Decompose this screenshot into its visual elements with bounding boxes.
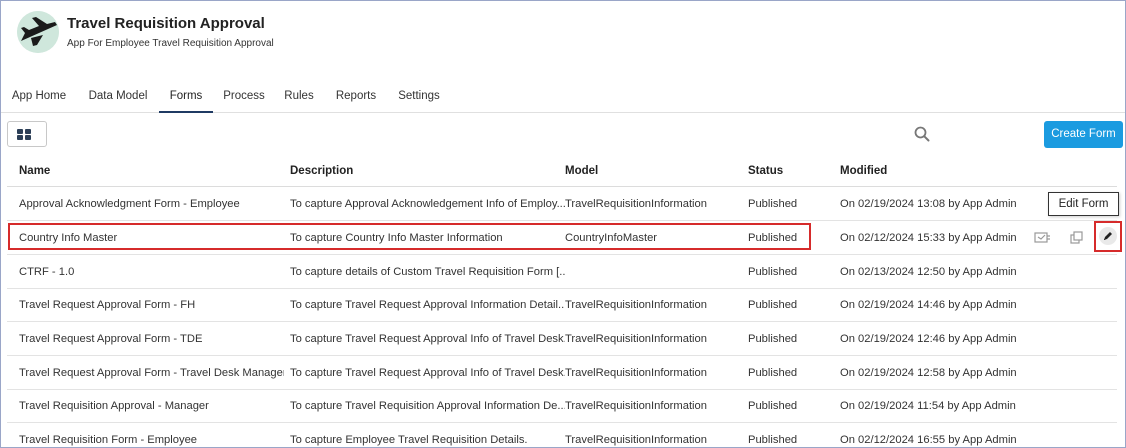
app-header: Travel Requisition Approval App For Empl… bbox=[1, 1, 1125, 69]
row-name: Country Info Master bbox=[19, 232, 118, 244]
airplane-icon bbox=[17, 11, 59, 53]
row-status: Published bbox=[748, 266, 798, 278]
grid-view-button[interactable] bbox=[7, 121, 47, 147]
tab-app-home[interactable]: App Home bbox=[5, 79, 73, 113]
row-model bbox=[565, 255, 745, 289]
edit-form-button[interactable] bbox=[1094, 221, 1122, 252]
row-name: Travel Requisition Form - Employee bbox=[19, 434, 198, 446]
row-model: TravelRequisitionInformation bbox=[565, 198, 707, 210]
column-header-modified[interactable]: Modified bbox=[840, 155, 887, 187]
table-row[interactable]: Travel Requisition Approval - Manager To… bbox=[7, 389, 1117, 423]
row-status: Published bbox=[748, 367, 798, 379]
column-header-status[interactable]: Status bbox=[748, 155, 783, 187]
create-form-button[interactable]: Create Form bbox=[1044, 121, 1123, 148]
table-row[interactable]: Country Info Master To capture Country I… bbox=[7, 221, 1117, 255]
row-model: TravelRequisitionInformation bbox=[565, 400, 707, 412]
row-name: Travel Request Approval Form - Travel De… bbox=[19, 367, 284, 379]
row-model: TravelRequisitionInformation bbox=[565, 299, 707, 311]
row-status: Published bbox=[748, 232, 798, 244]
row-description: To capture Travel Request Approval Info … bbox=[290, 333, 565, 345]
preview-icon[interactable] bbox=[1032, 228, 1052, 248]
table-row[interactable]: Travel Requisition Form - Employee To ca… bbox=[7, 423, 1117, 447]
app-subtitle: App For Employee Travel Requisition Appr… bbox=[67, 38, 274, 49]
tab-bar: App Home Data Model Forms Process Rules … bbox=[1, 79, 1125, 113]
row-modified: On 02/19/2024 12:58 by App Admin bbox=[840, 367, 1017, 379]
tab-rules[interactable]: Rules bbox=[279, 79, 319, 113]
row-model: TravelRequisitionInformation bbox=[565, 367, 707, 379]
row-description: To capture Approval Acknowledgement Info… bbox=[290, 198, 565, 210]
row-status: Published bbox=[748, 299, 798, 311]
row-status: Published bbox=[748, 434, 798, 446]
row-name: Travel Request Approval Form - TDE bbox=[19, 333, 203, 345]
app-frame: Travel Requisition Approval App For Empl… bbox=[0, 0, 1126, 448]
edit-pencil-icon bbox=[1099, 227, 1117, 245]
row-model: TravelRequisitionInformation bbox=[565, 333, 707, 345]
row-description: To capture Travel Request Approval Info … bbox=[290, 367, 565, 379]
tab-data-model[interactable]: Data Model bbox=[83, 79, 153, 113]
row-model: TravelRequisitionInformation bbox=[565, 434, 707, 446]
tab-process[interactable]: Process bbox=[219, 79, 269, 113]
edit-form-tooltip: Edit Form bbox=[1048, 192, 1119, 216]
column-header-description[interactable]: Description bbox=[290, 155, 353, 187]
row-name: CTRF - 1.0 bbox=[19, 266, 75, 278]
row-model: CountryInfoMaster bbox=[565, 232, 658, 244]
row-modified: On 02/13/2024 12:50 by App Admin bbox=[840, 266, 1017, 278]
row-name: Travel Request Approval Form - FH bbox=[19, 299, 196, 311]
row-name: Travel Requisition Approval - Manager bbox=[19, 400, 209, 412]
column-header-name[interactable]: Name bbox=[19, 155, 50, 187]
row-description: To capture Travel Request Approval Infor… bbox=[290, 299, 565, 311]
row-modified: On 02/19/2024 12:46 by App Admin bbox=[840, 333, 1017, 345]
row-status: Published bbox=[748, 333, 798, 345]
table-header: Name Description Model Status Modified bbox=[7, 155, 1117, 187]
tab-forms[interactable]: Forms bbox=[159, 79, 213, 113]
row-modified: On 02/12/2024 15:33 by App Admin bbox=[840, 232, 1017, 244]
tab-reports[interactable]: Reports bbox=[331, 79, 381, 113]
search-icon[interactable] bbox=[913, 125, 931, 143]
tab-settings[interactable]: Settings bbox=[393, 79, 445, 113]
app-title: Travel Requisition Approval bbox=[67, 15, 265, 32]
row-description: To capture Travel Requisition Approval I… bbox=[290, 400, 565, 412]
table-row[interactable]: CTRF - 1.0 To capture details of Custom … bbox=[7, 255, 1117, 289]
table-row[interactable]: Travel Request Approval Form - FH To cap… bbox=[7, 288, 1117, 322]
row-modified: On 02/19/2024 13:08 by App Admin bbox=[840, 198, 1017, 210]
row-description: To capture details of Custom Travel Requ… bbox=[290, 266, 565, 278]
copy-icon[interactable] bbox=[1067, 228, 1087, 248]
row-status: Published bbox=[748, 400, 798, 412]
row-modified: On 02/19/2024 14:46 by App Admin bbox=[840, 299, 1017, 311]
table-row[interactable]: Travel Request Approval Form - TDE To ca… bbox=[7, 322, 1117, 356]
row-description: To capture Country Info Master Informati… bbox=[290, 232, 503, 244]
row-description: To capture Employee Travel Requisition D… bbox=[290, 434, 528, 446]
table-row[interactable]: Travel Request Approval Form - Travel De… bbox=[7, 356, 1117, 390]
column-header-model[interactable]: Model bbox=[565, 155, 598, 187]
table-row[interactable]: Approval Acknowledgment Form - Employee … bbox=[7, 187, 1117, 221]
row-modified: On 02/19/2024 11:54 by App Admin bbox=[840, 400, 1016, 412]
row-name: Approval Acknowledgment Form - Employee bbox=[19, 198, 240, 210]
row-modified: On 02/12/2024 16:55 by App Admin bbox=[840, 434, 1017, 446]
row-status: Published bbox=[748, 198, 798, 210]
